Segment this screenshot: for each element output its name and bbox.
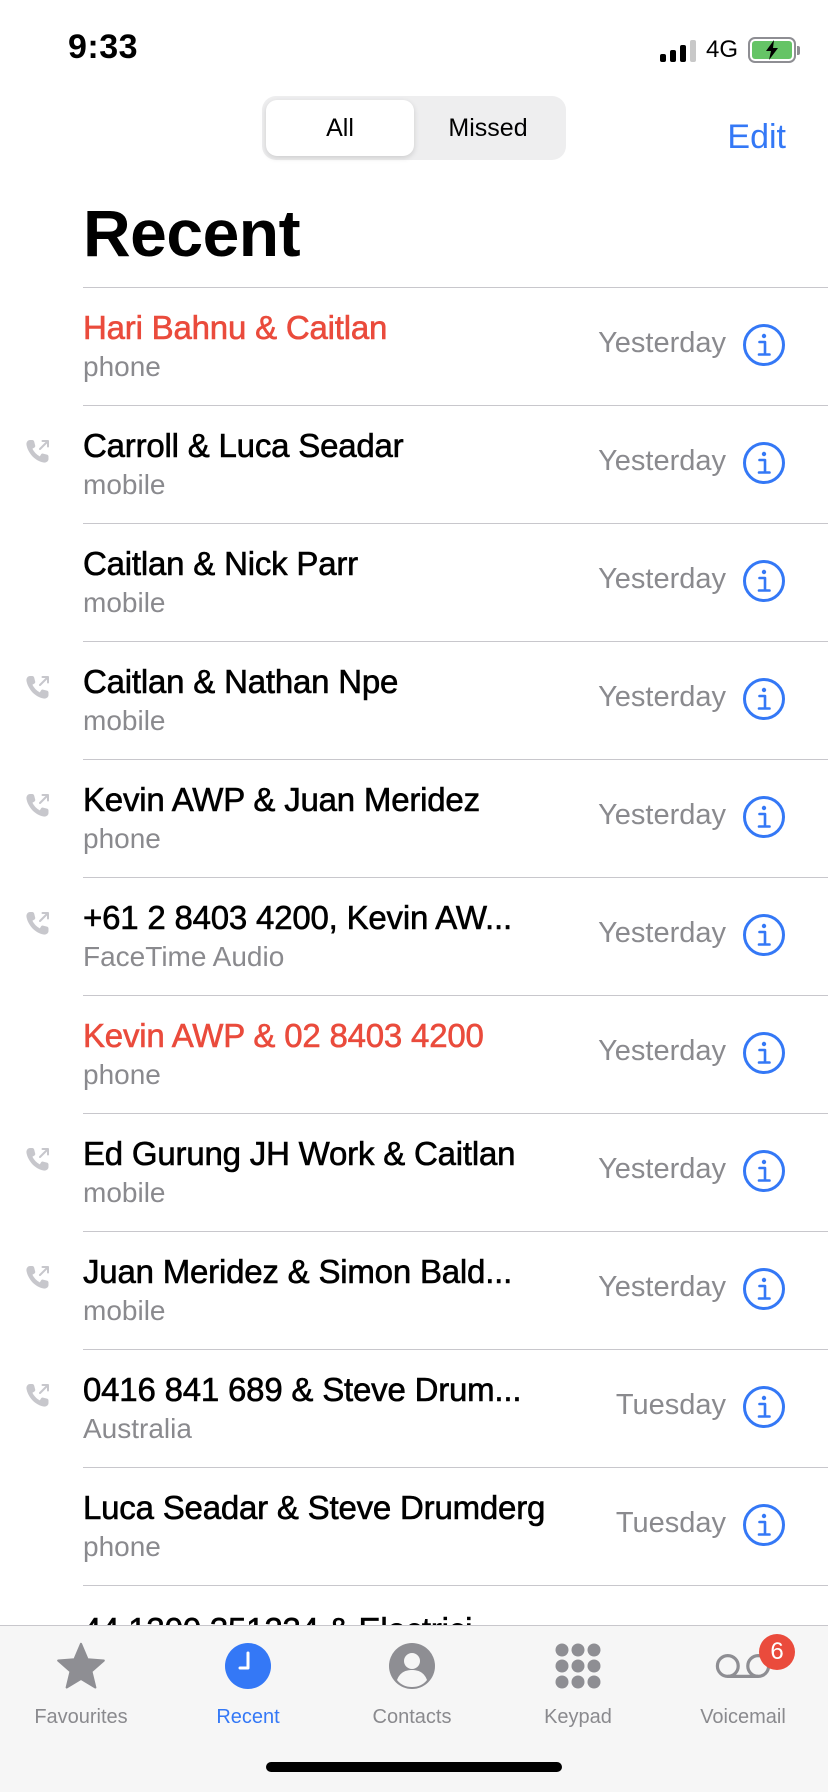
battery-charging-icon: [748, 37, 800, 63]
tab-label: Favourites: [34, 1706, 128, 1728]
call-name: Kevin AWP & Juan Meridez: [83, 781, 481, 819]
info-icon[interactable]: [742, 1031, 786, 1075]
calls-filter-segmented-control: All Missed: [262, 96, 566, 160]
voicemail-badge: 6: [759, 1634, 795, 1670]
info-icon[interactable]: [742, 1267, 786, 1311]
info-icon[interactable]: [742, 795, 786, 839]
page-title: Recent: [83, 196, 301, 270]
tab-favourites[interactable]: Favourites: [11, 1640, 151, 1729]
status-bar: 9:33 4G: [0, 0, 828, 100]
person-circle-icon: [384, 1640, 440, 1692]
call-time: Yesterday: [598, 917, 726, 949]
recent-calls-list[interactable]: Hari Bahnu & Caitlan phone Yesterday Carrol…: [0, 287, 828, 1625]
call-type: mobile: [83, 705, 166, 736]
cellular-signal-icon: [659, 38, 696, 62]
info-icon[interactable]: [742, 323, 786, 367]
call-row[interactable]: Kevin AWP & 02 8403 4200 phone Yesterday: [0, 995, 828, 1113]
call-type: phone: [83, 351, 161, 382]
call-row[interactable]: Caitlan & Nathan Npe mobile Yesterday: [0, 641, 828, 759]
outgoing-call-icon: [24, 1381, 52, 1409]
call-name: Caitlan & Nathan Npe: [83, 663, 399, 701]
outgoing-call-icon: [24, 437, 52, 465]
call-time: Yesterday: [598, 799, 726, 831]
call-row[interactable]: Carroll & Luca Seadar mobile Yesterday: [0, 405, 828, 523]
call-name: Carroll & Luca Seadar: [83, 427, 404, 465]
call-type: mobile: [83, 1177, 166, 1208]
call-row[interactable]: +61 2 8403 4200, Kevin AW... FaceTime Aud…: [0, 877, 828, 995]
info-icon[interactable]: [742, 559, 786, 603]
outgoing-call-icon: [24, 673, 52, 701]
call-name: Caitlan & Nick Parr: [83, 545, 359, 583]
phone-recents-screen: 9:33 4G All Missed Edit Recent Hari Bahn…: [0, 0, 828, 1792]
clock-icon: [220, 1640, 276, 1692]
info-icon[interactable]: [742, 1385, 786, 1429]
call-name: Kevin AWP & 02 8403 4200: [83, 1017, 484, 1055]
tab-voicemail[interactable]: 6 Voicemail: [673, 1634, 813, 1729]
call-type: mobile: [83, 469, 166, 500]
call-row[interactable]: 0416 841 689 & Steve Drum... Australia Tue…: [0, 1349, 828, 1467]
info-icon[interactable]: [742, 1149, 786, 1193]
call-name: 44 1300 351234 & Electrici...: [83, 1611, 500, 1625]
call-type: phone: [83, 823, 161, 854]
outgoing-call-icon: [24, 791, 52, 819]
call-row[interactable]: Juan Meridez & Simon Bald... mobile Yester…: [0, 1231, 828, 1349]
call-type: FaceTime Audio: [83, 941, 285, 972]
tab-label: Voicemail: [700, 1706, 786, 1728]
call-name: Juan Meridez & Simon Bald...: [83, 1253, 513, 1291]
call-row-partial[interactable]: 44 1300 351234 & Electrici...: [0, 1585, 828, 1625]
call-row[interactable]: Luca Seadar & Steve Drumderg phone Tuesday: [0, 1467, 828, 1585]
call-time: Yesterday: [598, 681, 726, 713]
star-icon: [53, 1640, 109, 1692]
call-row[interactable]: Ed Gurung JH Work & Caitlan mobile Yesterd…: [0, 1113, 828, 1231]
info-icon[interactable]: [742, 441, 786, 485]
call-name: Ed Gurung JH Work & Caitlan: [83, 1135, 516, 1173]
info-icon[interactable]: [742, 677, 786, 721]
outgoing-call-icon: [24, 909, 52, 937]
call-time: Yesterday: [598, 563, 726, 595]
tab-contacts[interactable]: Contacts: [342, 1640, 482, 1729]
outgoing-call-icon: [24, 1263, 52, 1291]
call-name: +61 2 8403 4200, Kevin AW...: [83, 899, 513, 937]
info-icon[interactable]: [742, 913, 786, 957]
call-time: Yesterday: [598, 1271, 726, 1303]
call-type: phone: [83, 1059, 161, 1090]
call-row[interactable]: Kevin AWP & Juan Meridez phone Yesterday: [0, 759, 828, 877]
call-type: phone: [83, 1531, 161, 1562]
call-type: mobile: [83, 587, 166, 618]
tab-label: Contacts: [372, 1706, 452, 1728]
status-indicators: 4G: [659, 36, 800, 64]
segment-all[interactable]: All: [266, 100, 414, 156]
call-name: Luca Seadar & Steve Drumderg: [83, 1489, 546, 1527]
info-icon[interactable]: [742, 1503, 786, 1547]
status-time: 9:33: [68, 28, 139, 66]
call-time: Yesterday: [598, 1035, 726, 1067]
call-time: Tuesday: [615, 1507, 726, 1539]
home-indicator[interactable]: [266, 1762, 562, 1772]
segment-missed[interactable]: Missed: [414, 100, 562, 156]
tab-keypad[interactable]: Keypad: [508, 1640, 648, 1729]
call-time: Yesterday: [598, 1153, 726, 1185]
tab-recent[interactable]: Recent: [178, 1640, 318, 1729]
edit-button[interactable]: Edit: [727, 118, 786, 157]
call-time: Yesterday: [598, 445, 726, 477]
tab-label: Recent: [216, 1706, 280, 1728]
call-time: Tuesday: [615, 1389, 726, 1421]
call-time: Yesterday: [598, 327, 726, 359]
call-row[interactable]: Hari Bahnu & Caitlan phone Yesterday: [0, 287, 828, 405]
network-type: 4G: [705, 36, 738, 63]
call-name: 0416 841 689 & Steve Drum...: [83, 1371, 522, 1409]
keypad-icon: [550, 1640, 606, 1692]
outgoing-call-icon: [24, 1145, 52, 1173]
tab-label: Keypad: [544, 1706, 612, 1728]
call-type: mobile: [83, 1295, 166, 1326]
call-row[interactable]: Caitlan & Nick Parr mobile Yesterday: [0, 523, 828, 641]
call-name: Hari Bahnu & Caitlan: [83, 309, 388, 347]
call-type: Australia: [83, 1413, 192, 1444]
